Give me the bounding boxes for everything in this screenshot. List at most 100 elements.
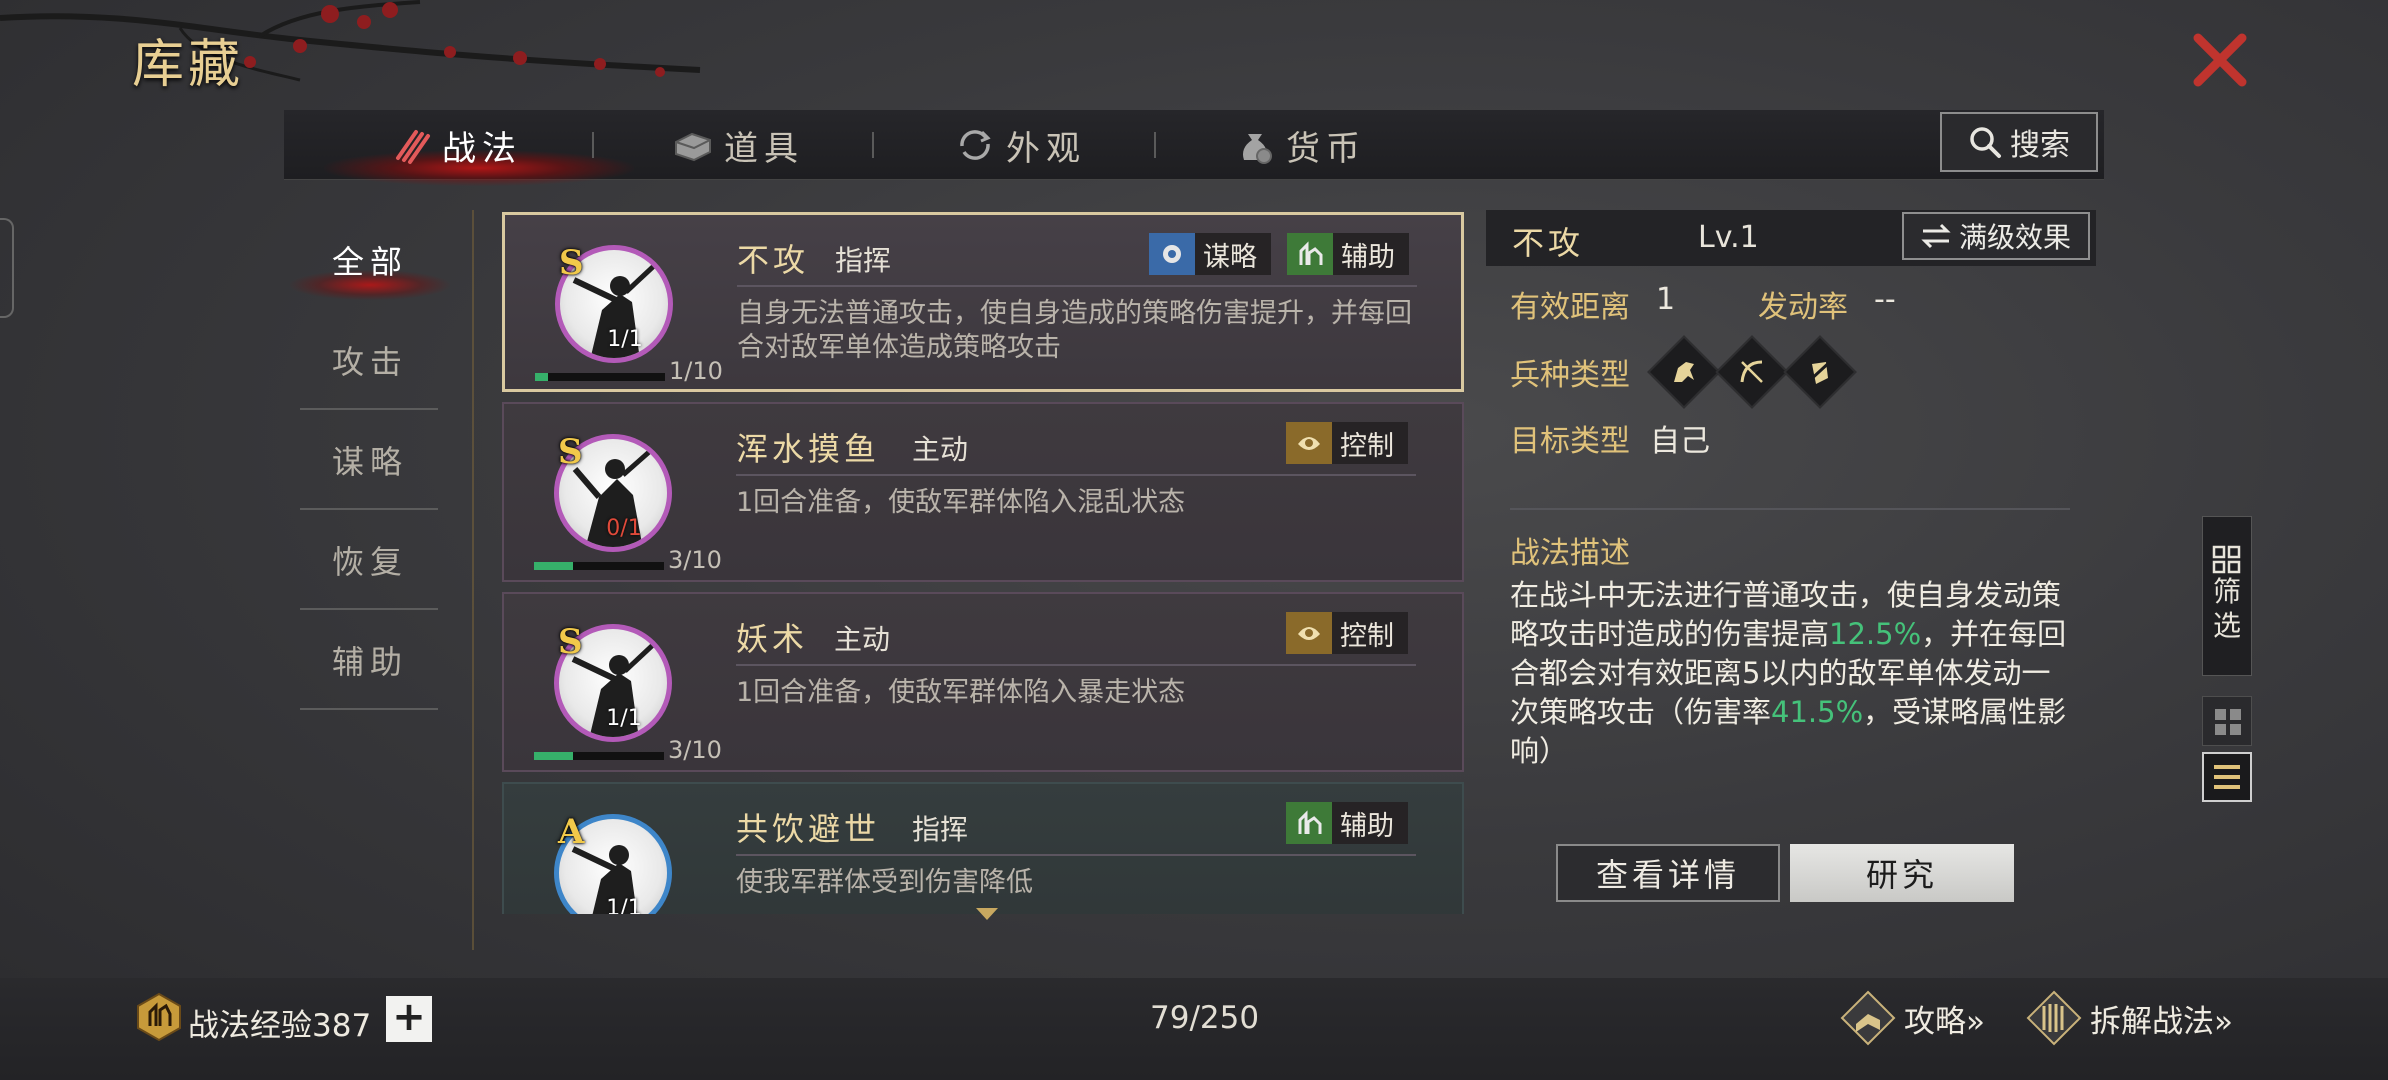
skill-progress-text: 3/10 [668, 736, 722, 764]
scroll-bundle-icon [396, 130, 430, 164]
skill-type: 主动 [834, 623, 891, 656]
category-attack[interactable]: 攻击 [300, 310, 440, 410]
search-icon [1970, 127, 2001, 158]
skill-card[interactable]: A 1/1 共饮避世 指挥 辅助 使我军群体受到伤害降低 [502, 782, 1464, 914]
filter-label-char: 选 [2212, 609, 2241, 642]
skill-full-description: 在战斗中无法进行普通攻击，使自身发动策略攻击时造成的伤害提高12.5%，并在每回… [1510, 576, 2076, 771]
strategy-icon [1149, 233, 1195, 275]
storage-capacity: 79/250 [1150, 1000, 1260, 1036]
tab-label: 道具 [724, 128, 804, 169]
scroll-down-indicator-icon [976, 908, 998, 920]
skill-progress-text: 1/10 [669, 357, 723, 385]
detail-header: 不攻 Lv.1 满级效果 [1486, 210, 2096, 266]
tab-divider [1154, 132, 1156, 158]
skill-list[interactable]: S 1/1 1/10 不攻 指挥 谋略 辅助 自身无法普通攻击，使自身造成的策略… [502, 210, 1464, 914]
guide-link[interactable]: 攻略» [1840, 990, 1985, 1046]
activation-rate-value: -- [1874, 282, 1896, 317]
skill-type: 指挥 [912, 813, 969, 846]
tab-currency[interactable]: 货币 [1234, 110, 1366, 180]
progress-fill [534, 752, 573, 760]
dismantle-skills-link[interactable]: 拆解战法» [2026, 990, 2233, 1046]
search-button[interactable]: 搜索 [1940, 112, 2098, 172]
card-divider [736, 664, 1416, 666]
tag-label: 谋略 [1203, 241, 1257, 273]
filter-button[interactable]: 筛 选 [2202, 516, 2252, 676]
category-all[interactable]: 全部 [300, 210, 440, 310]
grid-view-icon [2215, 709, 2241, 735]
progress-fill [534, 562, 573, 570]
skill-progress-bar [534, 752, 664, 760]
skill-progress-bar [534, 562, 664, 570]
damage-rate-value: 41.5% [1771, 695, 1864, 729]
tab-items[interactable]: 道具 [672, 110, 804, 180]
skill-owned-count: 0/1 [606, 516, 642, 541]
skill-name: 妖术 [736, 620, 809, 658]
skill-description: 1回合准备，使敌军群体陷入混乱状态 [736, 487, 1186, 518]
grade-badge: S [559, 243, 584, 283]
max-level-effect-button[interactable]: 满级效果 [1902, 212, 2090, 260]
side-drawer-handle[interactable] [0, 218, 14, 318]
skill-name: 浑水摸鱼 [736, 430, 881, 468]
tag-control: 控制 [1286, 612, 1408, 654]
skill-type: 指挥 [835, 244, 892, 277]
research-button[interactable]: 研究 [1790, 844, 2014, 902]
plum-branch-decoration [0, 0, 701, 82]
skill-owned-count: 1/1 [606, 706, 642, 731]
tab-divider [872, 132, 874, 158]
skill-type: 主动 [912, 433, 969, 466]
tag-control: 控制 [1286, 422, 1408, 464]
skill-name: 不攻 [737, 241, 810, 279]
category-recovery[interactable]: 恢复 [300, 510, 440, 610]
skill-name: 共饮避世 [736, 810, 881, 848]
archer-icon [1715, 335, 1789, 409]
category-divider [300, 708, 438, 710]
chest-icon [675, 132, 711, 162]
skill-experience-icon [137, 992, 181, 1042]
grade-badge: A [558, 812, 585, 852]
skill-progress-bar [535, 373, 665, 381]
range-value: 1 [1656, 282, 1676, 317]
card-divider [737, 285, 1417, 287]
guide-book-icon [1840, 990, 1896, 1046]
list-view-toggle[interactable] [2202, 752, 2252, 802]
max-level-label: 满级效果 [1958, 221, 2071, 254]
category-strategy[interactable]: 谋略 [300, 410, 440, 510]
tab-appearance[interactable]: 外观 [954, 110, 1086, 180]
tab-divider [592, 132, 594, 158]
control-icon [1286, 612, 1332, 654]
detail-divider [1510, 508, 2070, 510]
control-icon [1286, 422, 1332, 464]
tag-label: 控制 [1340, 620, 1394, 652]
detail-skill-level: Lv.1 [1698, 220, 1759, 255]
skill-card[interactable]: S 1/1 1/10 不攻 指挥 谋略 辅助 自身无法普通攻击，使自身造成的策略… [502, 212, 1464, 392]
filter-label-char: 筛 [2212, 575, 2241, 608]
skill-progress-text: 3/10 [668, 546, 722, 574]
tag-label: 辅助 [1340, 810, 1394, 842]
dismantle-scrolls-icon [2026, 990, 2082, 1046]
target-type-value: 自己 [1650, 424, 1710, 459]
swap-arrows-icon [1921, 223, 1951, 249]
view-details-button[interactable]: 查看详情 [1556, 844, 1780, 902]
card-divider [736, 854, 1416, 856]
skill-description: 自身无法普通攻击，使自身造成的策略伤害提升，并每回合对敌军单体造成策略攻击 [737, 298, 1412, 363]
grade-badge: S [558, 622, 583, 662]
skill-card[interactable]: S 0/1 3/10 浑水摸鱼 主动 控制 1回合准备，使敌军群体陷入混乱状态 [502, 402, 1464, 582]
skill-card[interactable]: S 1/1 3/10 妖术 主动 控制 1回合准备，使敌军群体陷入暴走状态 [502, 592, 1464, 772]
detail-skill-name: 不攻 [1512, 224, 1585, 262]
tab-label: 外观 [1006, 128, 1086, 169]
tab-label: 战法 [442, 128, 522, 169]
cycle-arrows-icon [960, 130, 991, 160]
grid-view-toggle[interactable] [2202, 696, 2252, 746]
skill-detail-panel: 不攻 Lv.1 满级效果 有效距离 1 发动率 -- 兵种类型 目标类型 自己 … [1486, 210, 2096, 910]
dismantle-label: 拆解战法» [2090, 1003, 2233, 1040]
tab-skills[interactable]: 战法 [390, 110, 522, 180]
progress-fill [535, 373, 548, 381]
card-divider [736, 474, 1416, 476]
skill-description: 使我军群体受到伤害降低 [736, 867, 1033, 898]
description-title: 战法描述 [1510, 536, 1630, 571]
category-support[interactable]: 辅助 [300, 610, 440, 710]
skill-experience-value: 战法经验387 [188, 1008, 372, 1044]
guide-label: 攻略» [1904, 1003, 1985, 1040]
close-icon[interactable] [2190, 30, 2250, 90]
add-experience-button[interactable]: + [386, 996, 432, 1042]
